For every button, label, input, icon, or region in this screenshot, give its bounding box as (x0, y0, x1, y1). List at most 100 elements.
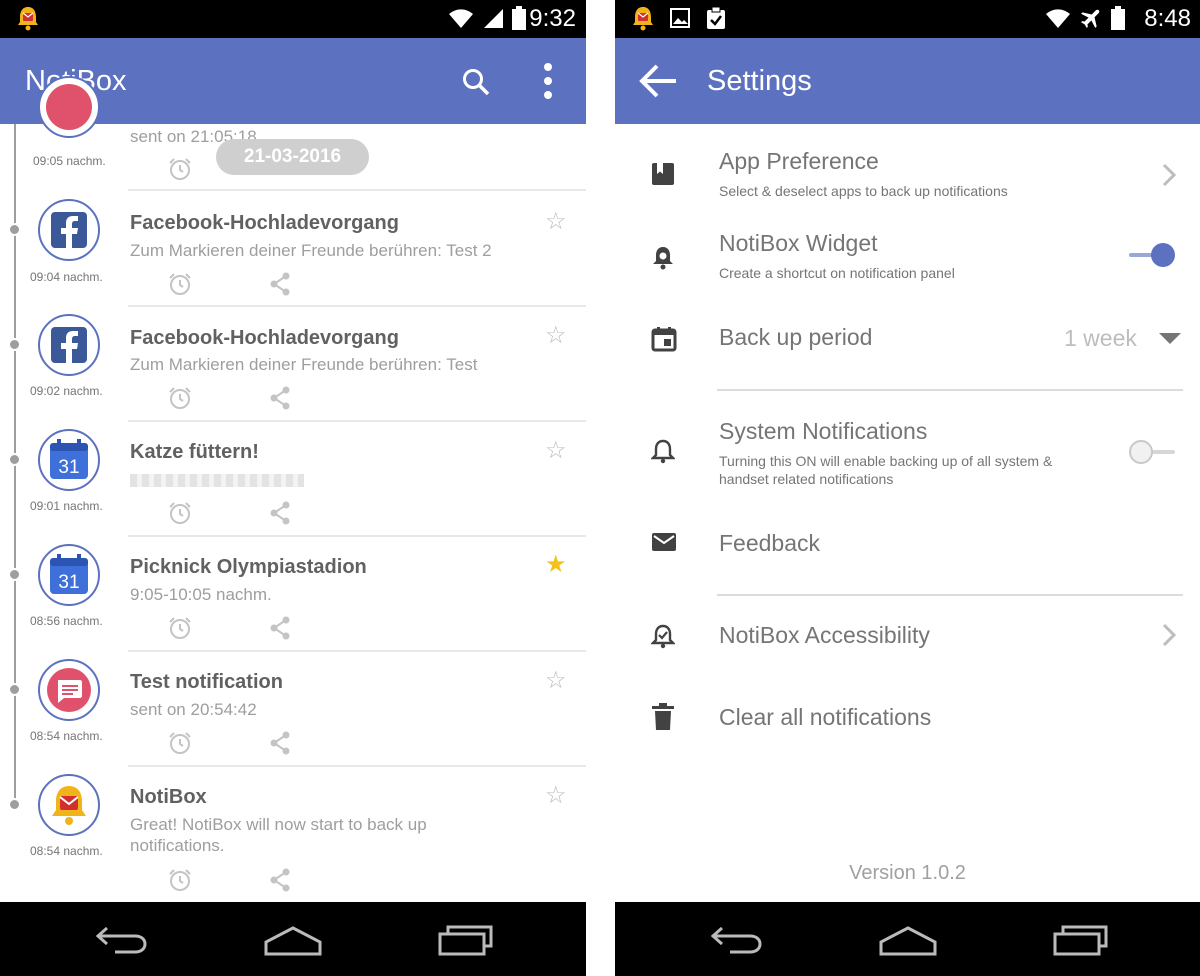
feedback-title: Feedback (719, 530, 821, 556)
date-chip: 21-03-2016 (216, 139, 369, 175)
notification-time: 08:54 nachm. (30, 844, 103, 858)
share-icon[interactable] (268, 867, 292, 897)
battery-icon (1111, 6, 1125, 34)
share-icon[interactable] (268, 615, 292, 645)
star-icon[interactable]: ☆ (545, 783, 567, 807)
backup-period-item[interactable]: Back up period 1 week (615, 310, 1200, 368)
battery-icon (512, 6, 526, 34)
notification-body: sent on 20:54:42 (130, 700, 257, 719)
accessibility-title: NotiBox Accessibility (719, 622, 930, 648)
share-icon[interactable] (268, 500, 292, 530)
app-preference-subtitle: Select & deselect apps to back up notifi… (719, 183, 1008, 199)
share-icon[interactable] (268, 271, 292, 301)
notification-row[interactable]: 09:02 nachm. Facebook-Hochladevorgang Zu… (0, 307, 586, 422)
bell-icon (651, 244, 675, 274)
status-bar: 8:48 (615, 0, 1200, 38)
notification-row[interactable]: 09:04 nachm. Facebook-Hochladevorgang Zu… (0, 192, 586, 307)
notibox-bell-icon (16, 5, 40, 35)
status-time: 9:32 (529, 5, 576, 32)
nav-bar (0, 902, 586, 976)
alarm-icon[interactable] (167, 500, 193, 530)
dropdown-arrow-icon[interactable] (1158, 330, 1182, 349)
feedback-item[interactable]: Feedback (615, 514, 1200, 574)
share-icon[interactable] (268, 730, 292, 760)
bookmark-book-icon (651, 162, 675, 190)
clear-all-item[interactable]: Clear all notifications (615, 688, 1200, 748)
backup-period-value[interactable]: 1 week (1064, 325, 1137, 352)
notibox-app-avatar (38, 774, 100, 836)
alarm-icon[interactable] (167, 385, 193, 415)
notification-title: Picknick Olympiastadion (130, 556, 367, 578)
notification-title: Test notification (130, 671, 283, 693)
recents-nav-icon[interactable] (1053, 924, 1109, 960)
calendar-day-text: 31 (58, 457, 79, 478)
system-notifications-toggle[interactable] (1129, 440, 1175, 464)
notification-time: 09:02 nachm. (30, 384, 103, 398)
app-bar: Settings (615, 38, 1200, 124)
widget-item[interactable]: NotiBox Widget Create a shortcut on noti… (615, 222, 1200, 294)
alarm-icon[interactable] (167, 615, 193, 645)
widget-subtitle: Create a shortcut on notification panel (719, 265, 955, 281)
notification-row[interactable]: 08:54 nachm. Test notification sent on 2… (0, 652, 586, 767)
facebook-app-avatar (38, 314, 100, 376)
widget-toggle[interactable] (1129, 243, 1175, 267)
star-icon[interactable]: ☆ (545, 209, 567, 233)
notification-body: Great! NotiBox will now start to back up… (130, 815, 427, 855)
home-nav-icon[interactable] (264, 924, 322, 960)
star-icon[interactable]: ☆ (545, 668, 567, 692)
alarm-icon[interactable] (167, 867, 193, 897)
system-notifications-subtitle: Turning this ON will enable backing up o… (719, 453, 1053, 487)
app-preference-title: App Preference (719, 148, 879, 174)
back-arrow-icon[interactable] (639, 63, 677, 103)
wifi-icon (1045, 7, 1071, 33)
row-divider (128, 189, 586, 191)
calendar-app-avatar: 31 (38, 429, 100, 491)
bell-check-icon (650, 623, 676, 653)
notibox-bell-icon (631, 5, 655, 35)
star-icon[interactable]: ☆ (545, 323, 567, 347)
facebook-app-avatar (38, 199, 100, 261)
timeline-dot (8, 453, 21, 466)
app-preference-item[interactable]: App Preference Select & deselect apps to… (615, 140, 1200, 212)
notification-row[interactable]: 31 08:56 nachm. Picknick Olympiastadion … (0, 537, 586, 652)
back-nav-icon[interactable] (95, 924, 149, 960)
calendar-day-text: 31 (58, 572, 79, 593)
status-bar: 9:32 (0, 0, 586, 38)
envelope-icon (651, 531, 677, 557)
notification-body: Zum Markieren deiner Freunde berühren: T… (130, 355, 478, 374)
notification-time: 08:56 nachm. (30, 614, 103, 628)
alarm-icon[interactable] (167, 156, 193, 186)
home-nav-icon[interactable] (879, 924, 937, 960)
share-icon[interactable] (268, 385, 292, 415)
star-filled-icon[interactable]: ★ (545, 552, 567, 576)
system-notifications-item[interactable]: System Notifications Turning this ON wil… (615, 410, 1200, 492)
calendar-app-avatar: 31 (38, 544, 100, 606)
alarm-icon[interactable] (167, 271, 193, 301)
page-title: Settings (707, 65, 812, 97)
image-icon (669, 7, 691, 33)
message-app-avatar (38, 76, 100, 138)
section-divider (717, 389, 1183, 391)
notification-title: NotiBox (130, 786, 207, 808)
bell-outline-icon (650, 438, 676, 468)
notification-title: Facebook-Hochladevorgang (130, 212, 399, 234)
timeline-dot (8, 568, 21, 581)
alarm-icon[interactable] (167, 730, 193, 760)
notification-row[interactable]: 31 09:01 nachm. Katze füttern! ☆ (0, 422, 586, 537)
notification-title: Facebook-Hochladevorgang (130, 327, 399, 349)
chevron-right-icon (1161, 162, 1177, 192)
backup-period-title: Back up period (719, 324, 873, 350)
star-icon[interactable]: ☆ (545, 438, 567, 462)
chevron-right-icon (1161, 622, 1177, 652)
calendar-icon (651, 326, 677, 356)
timeline-dot (8, 683, 21, 696)
accessibility-item[interactable]: NotiBox Accessibility (615, 606, 1200, 666)
system-notifications-title: System Notifications (719, 418, 928, 444)
notification-body: 9:05-10:05 nachm. (130, 585, 272, 604)
version-text: Version 1.0.2 (849, 862, 966, 884)
notification-body: Zum Markieren deiner Freunde berühren: T… (130, 241, 492, 260)
message-app-avatar (38, 659, 100, 721)
recents-nav-icon[interactable] (438, 924, 494, 960)
back-nav-icon[interactable] (710, 924, 764, 960)
notification-row[interactable]: 08:54 nachm. NotiBox Great! NotiBox will… (0, 767, 586, 903)
